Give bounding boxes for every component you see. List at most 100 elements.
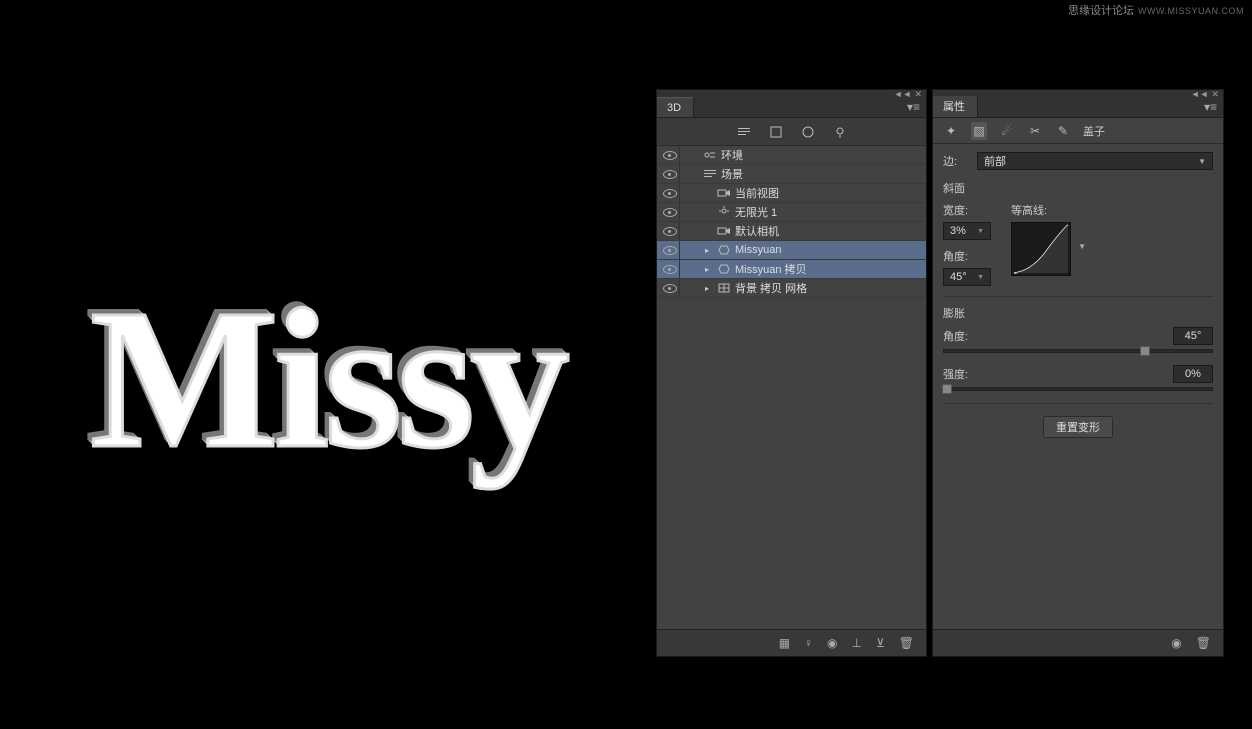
contour-dropdown-icon[interactable]: ▼ — [1078, 242, 1086, 251]
mesh-icon — [715, 263, 733, 275]
width-input[interactable]: 3%▼ — [943, 222, 991, 240]
panel-menu-icon[interactable]: ▾≡ — [1204, 100, 1217, 114]
camera-icon — [715, 225, 733, 237]
edge-select[interactable]: 前部▼ — [977, 152, 1213, 170]
watermark-text: 思缘设计论坛WWW.MISSYUAN.COM — [1068, 2, 1244, 18]
inflate-angle-value[interactable]: 45° — [1173, 327, 1213, 345]
col-divider — [679, 279, 691, 297]
panel-titlebar[interactable]: ◄◄ ✕ — [657, 90, 926, 96]
collapse-icon[interactable]: ◄◄ — [894, 89, 912, 100]
filter-scene-icon[interactable] — [736, 124, 752, 140]
divider — [943, 296, 1213, 297]
close-panel-icon[interactable]: ✕ — [914, 89, 922, 100]
filter-light-icon[interactable] — [832, 124, 848, 140]
canvas-3d-text: Missy — [90, 265, 565, 494]
footer-ground-icon[interactable]: ⊥ — [852, 636, 862, 650]
mode-cap-icon[interactable]: ☄ — [999, 124, 1015, 138]
contour-preview[interactable] — [1011, 222, 1071, 276]
close-panel-icon[interactable]: ✕ — [1211, 89, 1219, 100]
col-divider — [679, 260, 691, 278]
3d-panel: ◄◄ ✕ 3D ▾≡ 环境场景当前视图无限光 1 默认相机 ▸ Missyuan ▸Mi… — [656, 89, 927, 657]
col-divider — [679, 184, 691, 202]
strength-slider[interactable] — [943, 387, 1213, 391]
scene-icon — [701, 168, 719, 180]
visibility-toggle[interactable] — [661, 151, 679, 160]
tab-properties[interactable]: 属性 — [933, 93, 978, 117]
properties-footer: ◉ 🗑 — [933, 629, 1223, 656]
scene-row[interactable]: 当前视图 — [657, 184, 926, 203]
visibility-toggle[interactable] — [661, 189, 679, 198]
inflate-section-label: 膨胀 — [943, 305, 1213, 321]
filter-mesh-icon[interactable] — [768, 124, 784, 140]
expand-arrow-icon[interactable]: ▸ — [705, 265, 715, 274]
scene-row[interactable]: 默认相机 — [657, 222, 926, 241]
scene-row-label: 场景 — [719, 166, 743, 182]
scene-row-label: Missyuan — [733, 244, 781, 256]
footer-render-icon[interactable]: ◉ — [1171, 636, 1181, 650]
camera-icon — [715, 187, 733, 199]
visibility-toggle[interactable] — [661, 208, 679, 217]
properties-header-label: 盖子 — [1083, 123, 1105, 139]
tab-strip: 属性 ▾≡ — [933, 96, 1223, 118]
mode-deform-icon[interactable]: ▧ — [971, 122, 987, 140]
visibility-toggle[interactable] — [661, 265, 679, 274]
scene-row-label: 环境 — [719, 147, 743, 163]
eye-icon — [663, 170, 677, 179]
mode-brush-icon[interactable]: ✎ — [1055, 124, 1071, 138]
mesh-icon — [715, 244, 733, 256]
scene-row-label: 背景 拷贝 网格 — [733, 280, 807, 296]
eye-icon — [663, 284, 677, 293]
mode-mesh-icon[interactable]: ✦ — [943, 124, 959, 138]
footer-delete-icon[interactable]: 🗑 — [1196, 636, 1211, 650]
filter-material-icon[interactable] — [800, 124, 816, 140]
footer-trash-icon[interactable]: ▦ — [779, 636, 790, 650]
grid-icon — [715, 282, 733, 294]
collapse-icon[interactable]: ◄◄ — [1191, 89, 1209, 100]
divider — [943, 403, 1213, 404]
width-label: 宽度: — [943, 202, 991, 218]
3d-scene-list: 环境场景当前视图无限光 1默认相机▸Missyuan▸Missyuan 拷贝▸背… — [657, 146, 926, 629]
col-divider — [679, 241, 691, 259]
eye-icon — [663, 151, 677, 160]
edge-label: 边: — [943, 153, 971, 169]
tab-strip: 3D ▾≡ — [657, 96, 926, 118]
scene-row-label: 当前视图 — [733, 185, 779, 201]
inflate-angle-label: 角度: — [943, 328, 971, 344]
col-divider — [679, 203, 691, 221]
scene-row[interactable]: ▸Missyuan 拷贝 — [657, 260, 926, 279]
panel-titlebar[interactable]: ◄◄ ✕ — [933, 90, 1223, 96]
footer-light-icon[interactable]: ♀ — [804, 636, 813, 650]
angle-input[interactable]: 45°▼ — [943, 268, 991, 286]
angle-label: 角度: — [943, 248, 991, 264]
inflate-angle-slider[interactable] — [943, 349, 1213, 353]
scene-row[interactable]: 场景 — [657, 165, 926, 184]
expand-arrow-icon[interactable]: ▸ — [705, 246, 715, 255]
reset-deform-button[interactable]: 重置变形 — [1043, 416, 1113, 438]
scene-row[interactable]: 环境 — [657, 146, 926, 165]
footer-delete-icon[interactable]: 🗑 — [899, 636, 914, 650]
scene-row-label: 无限光 1 — [733, 204, 777, 220]
col-divider — [679, 165, 691, 183]
visibility-toggle[interactable] — [661, 284, 679, 293]
tab-3d[interactable]: 3D — [657, 97, 694, 117]
footer-new-icon[interactable]: ⊻ — [876, 636, 885, 650]
eye-icon — [663, 189, 677, 198]
expand-arrow-icon[interactable]: ▸ — [705, 284, 715, 293]
footer-render-icon[interactable]: ◉ — [827, 636, 837, 650]
visibility-toggle[interactable] — [661, 246, 679, 255]
panel-menu-icon[interactable]: ▾≡ — [907, 100, 920, 114]
visibility-toggle[interactable] — [661, 227, 679, 236]
scene-row[interactable]: ▸ Missyuan — [657, 241, 926, 260]
eye-icon — [663, 246, 677, 255]
env-icon — [701, 149, 719, 161]
strength-value[interactable]: 0% — [1173, 365, 1213, 383]
visibility-toggle[interactable] — [661, 170, 679, 179]
mode-coord-icon[interactable]: ✂ — [1027, 124, 1043, 138]
3d-filter-bar — [657, 118, 926, 146]
eye-icon — [663, 227, 677, 236]
properties-mode-icons: ✦ ▧ ☄ ✂ ✎ 盖子 — [933, 118, 1223, 144]
scene-row[interactable]: 无限光 1 — [657, 203, 926, 222]
scene-row[interactable]: ▸ 背景 拷贝 网格 — [657, 279, 926, 298]
bevel-section-label: 斜面 — [943, 180, 1213, 196]
col-divider — [679, 146, 691, 164]
